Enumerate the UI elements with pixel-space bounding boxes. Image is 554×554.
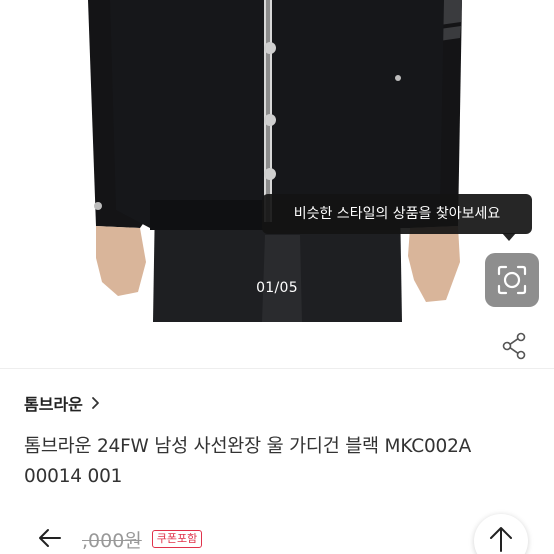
section-divider <box>0 368 554 369</box>
chevron-right-icon <box>91 397 99 409</box>
product-title: 톰브라운 24FW 남성 사선완장 울 가디건 블랙 MKC002A 00014… <box>24 436 472 487</box>
share-button[interactable] <box>500 331 530 361</box>
coupon-badge: 쿠폰포함 <box>151 530 203 548</box>
product-photo <box>0 0 554 322</box>
arrow-up-icon <box>490 527 512 552</box>
camera-lens-icon <box>497 265 527 295</box>
tooltip-arrow <box>502 233 516 241</box>
similar-style-tooltip[interactable]: 비슷한 스타일의 상품을 찾아보세요 <box>262 194 532 234</box>
shop-name: 톰브라운 <box>24 395 83 414</box>
share-icon <box>502 332 526 360</box>
arrow-left-icon <box>39 529 61 547</box>
product-image-carousel[interactable]: 01/05 <box>0 0 554 322</box>
back-button[interactable] <box>22 518 78 554</box>
image-counter: 01/05 <box>256 280 298 296</box>
original-price: ,000원 <box>82 529 142 552</box>
similar-search-button[interactable] <box>485 253 539 307</box>
shop-link[interactable]: 톰브라운 <box>24 392 101 414</box>
scroll-top-button[interactable] <box>474 514 528 554</box>
product-detail-page: 01/05 비슷한 스타일의 상품을 찾아보세요 톰브라운 톰브라운 24FW … <box>0 0 554 554</box>
